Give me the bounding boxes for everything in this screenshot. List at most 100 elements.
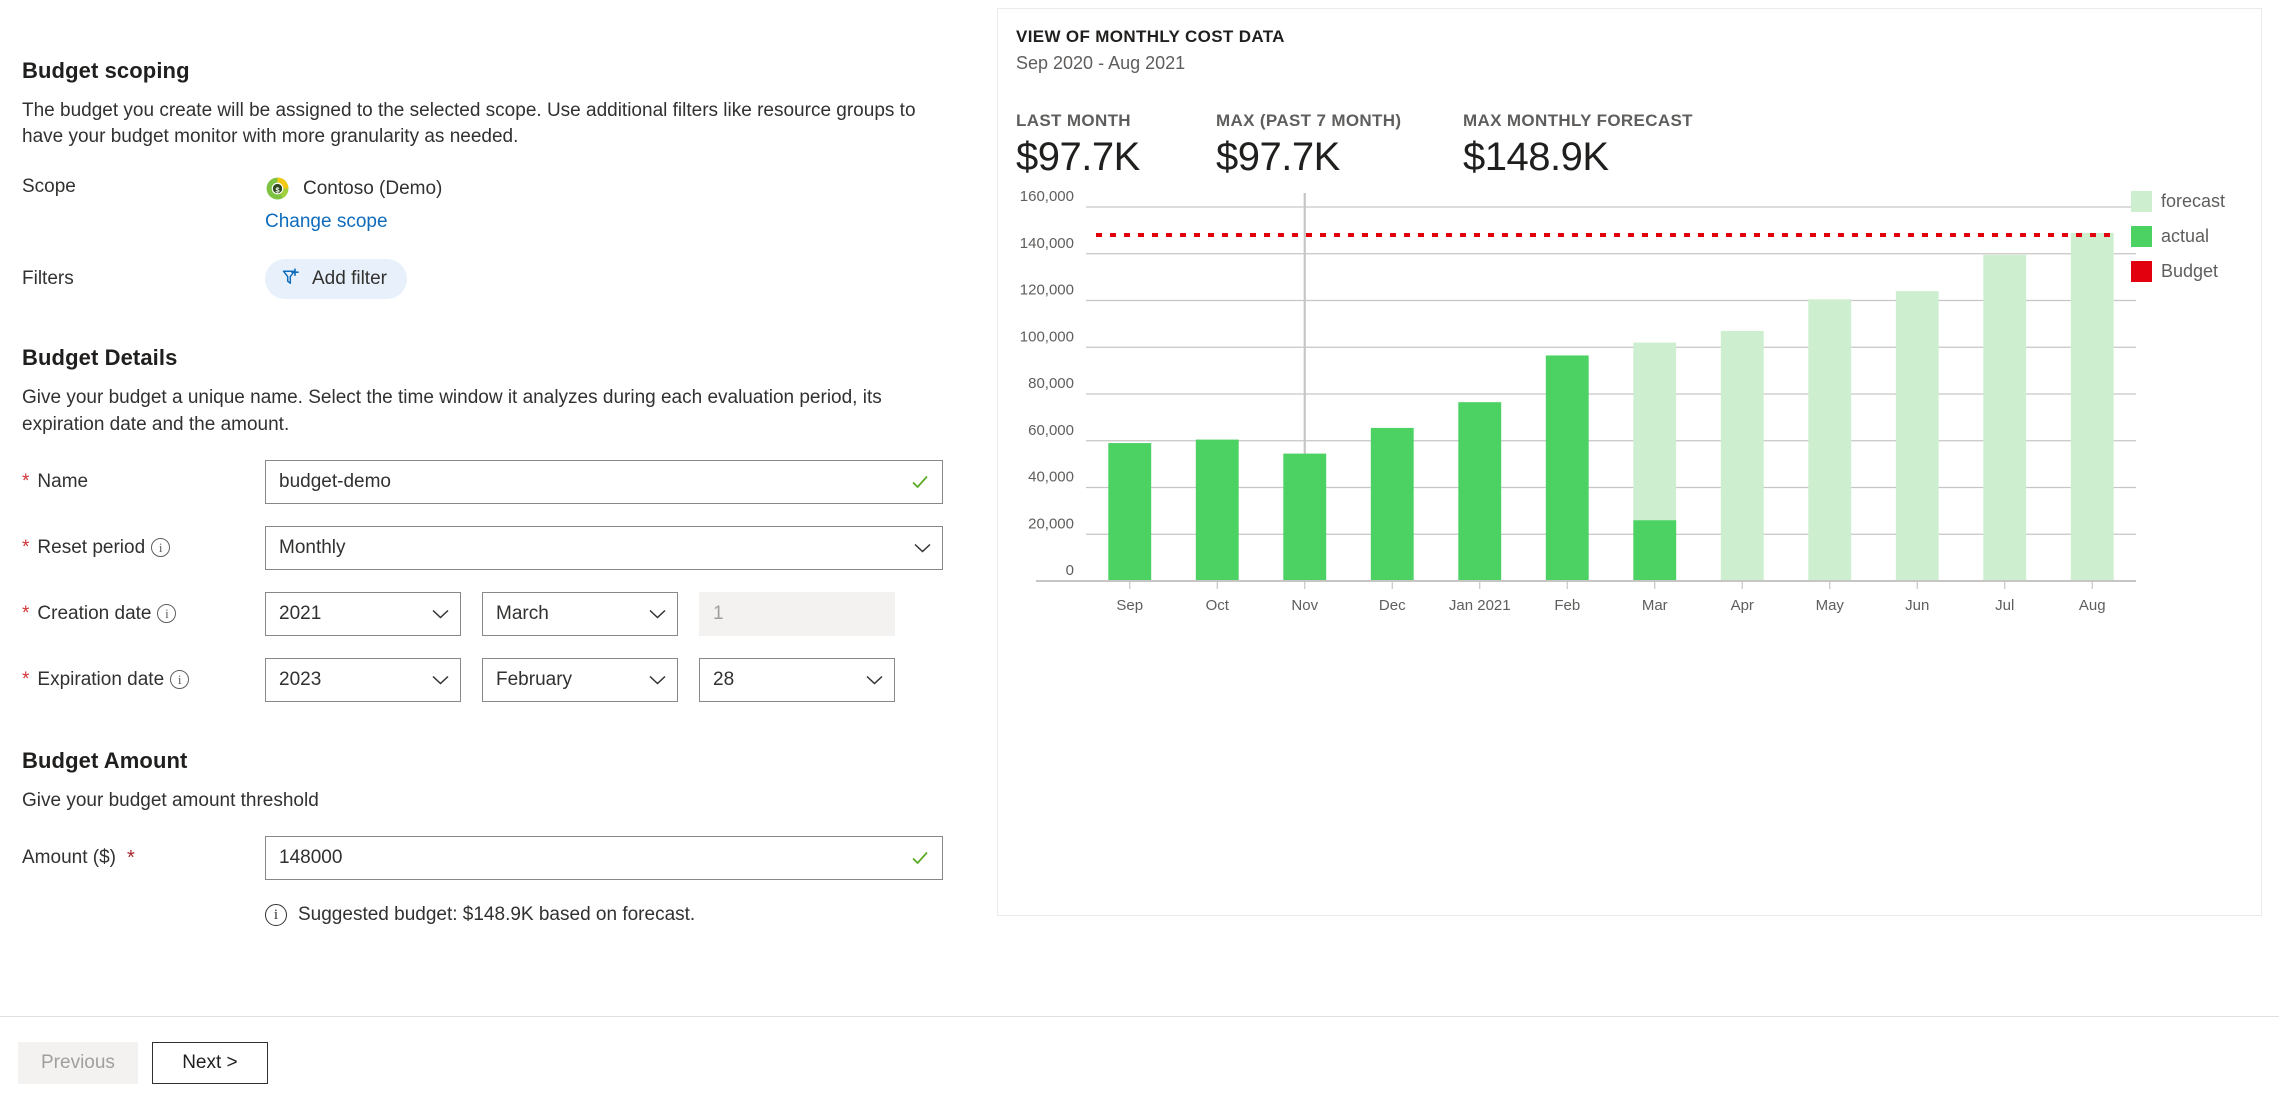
- chevron-down-icon: [432, 675, 449, 685]
- kpi-last-month: LAST MONTH $97.7K: [1016, 111, 1216, 179]
- wizard-footer: Previous Next >: [0, 1016, 2279, 1108]
- name-input[interactable]: [266, 460, 942, 503]
- svg-text:Dec: Dec: [1379, 597, 1406, 614]
- svg-text:100,000: 100,000: [1020, 328, 1074, 345]
- previous-button: Previous: [18, 1041, 138, 1084]
- legend-item-forecast[interactable]: forecast: [2131, 191, 2251, 212]
- expiration-day-value: 28: [713, 668, 735, 690]
- add-filter-button[interactable]: Add filter: [265, 259, 407, 300]
- kpi-max-monthly-forecast: MAX MONTHLY FORECAST $148.9K: [1463, 111, 1763, 179]
- budget-details-heading: Budget Details: [22, 345, 178, 371]
- expiration-year-select[interactable]: 2023: [265, 657, 461, 702]
- chevron-down-icon: [649, 609, 666, 619]
- reset-period-row: * Reset period i Monthly: [22, 525, 980, 570]
- suggested-budget-text: Suggested budget: $148.9K based on forec…: [298, 904, 696, 926]
- scope-value: $ Contoso (Demo): [265, 176, 442, 201]
- expiration-date-label: * Expiration date i: [22, 669, 265, 691]
- kpi-group: LAST MONTH $97.7K MAX (PAST 7 MONTH) $97…: [1016, 111, 2261, 179]
- legend-item-actual[interactable]: actual: [2131, 226, 2251, 247]
- kpi-label: MAX MONTHLY FORECAST: [1463, 111, 1693, 130]
- kpi-max-past-7-month: MAX (PAST 7 MONTH) $97.7K: [1216, 111, 1463, 179]
- chevron-down-icon: [432, 609, 449, 619]
- svg-text:120,000: 120,000: [1020, 282, 1074, 299]
- valid-check-icon: [912, 475, 928, 489]
- legend-label: forecast: [2161, 191, 2226, 211]
- amount-label-text: Amount ($): [22, 847, 116, 869]
- scope-label: Scope: [22, 176, 76, 198]
- creation-year-value: 2021: [279, 602, 322, 624]
- expiration-date-row: * Expiration date i 2023 February 28: [22, 657, 980, 702]
- amount-input[interactable]: [266, 837, 942, 880]
- budget-amount-section: Budget Amount Give your budget amount th…: [22, 747, 980, 927]
- info-icon[interactable]: i: [151, 538, 171, 558]
- budget-details-description: Give your budget a unique name. Select t…: [22, 387, 882, 435]
- creation-month-select[interactable]: March: [482, 591, 678, 636]
- legend-label: Budget: [2161, 261, 2219, 281]
- name-input-wrapper[interactable]: [265, 459, 943, 504]
- svg-text:40,000: 40,000: [1028, 469, 1074, 486]
- creation-day-value: 1: [713, 602, 724, 624]
- chart-plot-area: 0 20,000 40,000 60,000 80,000 100,000 120,000 1…: [998, 189, 2263, 629]
- expiration-month-select[interactable]: February: [482, 657, 678, 702]
- required-asterisk: *: [22, 669, 30, 691]
- chevron-down-icon: [649, 675, 666, 685]
- info-icon[interactable]: i: [170, 670, 190, 690]
- kpi-value: $97.7K: [1216, 135, 1340, 179]
- svg-text:80,000: 80,000: [1028, 375, 1074, 392]
- scope-value-group: $ Contoso (Demo) Change scope: [265, 176, 442, 233]
- chart-title: VIEW OF MONTHLY COST DATA: [1016, 27, 1285, 46]
- svg-text:160,000: 160,000: [1020, 189, 1074, 205]
- chevron-down-icon: [866, 675, 883, 685]
- required-asterisk: *: [22, 603, 30, 625]
- reset-period-select[interactable]: Monthly: [265, 525, 943, 570]
- required-asterisk: *: [126, 846, 135, 869]
- subscription-icon: $: [266, 178, 289, 200]
- name-label-text: Name: [37, 470, 89, 492]
- expiration-month-value: February: [496, 668, 573, 690]
- reset-period-value: Monthly: [279, 536, 346, 558]
- svg-text:Feb: Feb: [1554, 597, 1580, 614]
- next-button[interactable]: Next >: [151, 1041, 268, 1084]
- budget-details-section: Budget Details Give your budget a unique…: [22, 345, 980, 702]
- add-filter-icon: [282, 268, 299, 285]
- suggested-budget-hint: i Suggested budget: $148.9K based on for…: [265, 904, 980, 927]
- chart-subtitle: Sep 2020 - Aug 2021: [1016, 53, 1186, 73]
- amount-label: Amount ($) *: [22, 847, 265, 870]
- creation-date-row: * Creation date i 2021 March 1: [22, 591, 980, 636]
- scope-name-text: Contoso (Demo): [303, 177, 443, 199]
- change-scope-link[interactable]: Change scope: [265, 211, 442, 233]
- budget-scoping-heading: Budget scoping: [22, 58, 190, 83]
- legend-item-budget[interactable]: Budget: [2131, 261, 2251, 282]
- cost-chart-card: VIEW OF MONTHLY COST DATA Sep 2020 - Aug…: [997, 8, 2262, 916]
- expiration-year-value: 2023: [279, 668, 322, 690]
- info-icon[interactable]: i: [157, 604, 177, 624]
- required-asterisk: *: [22, 471, 30, 493]
- amount-input-wrapper[interactable]: [265, 836, 943, 881]
- svg-text:May: May: [1816, 597, 1845, 614]
- expiration-day-select[interactable]: 28: [699, 657, 895, 702]
- svg-text:Jul: Jul: [1995, 597, 2014, 614]
- creation-month-value: March: [496, 602, 549, 624]
- scope-row: Scope $ Contoso (Demo) Change scope: [22, 176, 980, 233]
- svg-text:Nov: Nov: [1291, 597, 1318, 614]
- budget-amount-heading: Budget Amount: [22, 747, 188, 773]
- create-budget-page: Budget scoping The budget you create wil…: [0, 0, 2279, 1108]
- svg-text:Mar: Mar: [1642, 597, 1668, 614]
- kpi-label: MAX (PAST 7 MONTH): [1216, 111, 1402, 130]
- creation-date-label: * Creation date i: [22, 603, 265, 625]
- svg-text:Aug: Aug: [2079, 597, 2106, 614]
- kpi-value: $97.7K: [1016, 135, 1140, 179]
- reset-period-label: * Reset period i: [22, 537, 265, 559]
- info-icon: i: [265, 904, 287, 927]
- creation-year-select[interactable]: 2021: [265, 591, 461, 636]
- budget-scoping-description: The budget you create will be assigned t…: [22, 100, 916, 148]
- svg-text:Jun: Jun: [1905, 597, 1929, 614]
- kpi-value: $148.9K: [1463, 135, 1609, 179]
- svg-text:Jan 2021: Jan 2021: [1449, 597, 1511, 614]
- legend-label: actual: [2161, 226, 2210, 246]
- name-label: * Name: [22, 471, 265, 493]
- creation-date-label-text: Creation date: [37, 602, 152, 624]
- chevron-down-icon: [914, 543, 931, 553]
- svg-text:0: 0: [1066, 562, 1074, 579]
- svg-text:Apr: Apr: [1731, 597, 1754, 614]
